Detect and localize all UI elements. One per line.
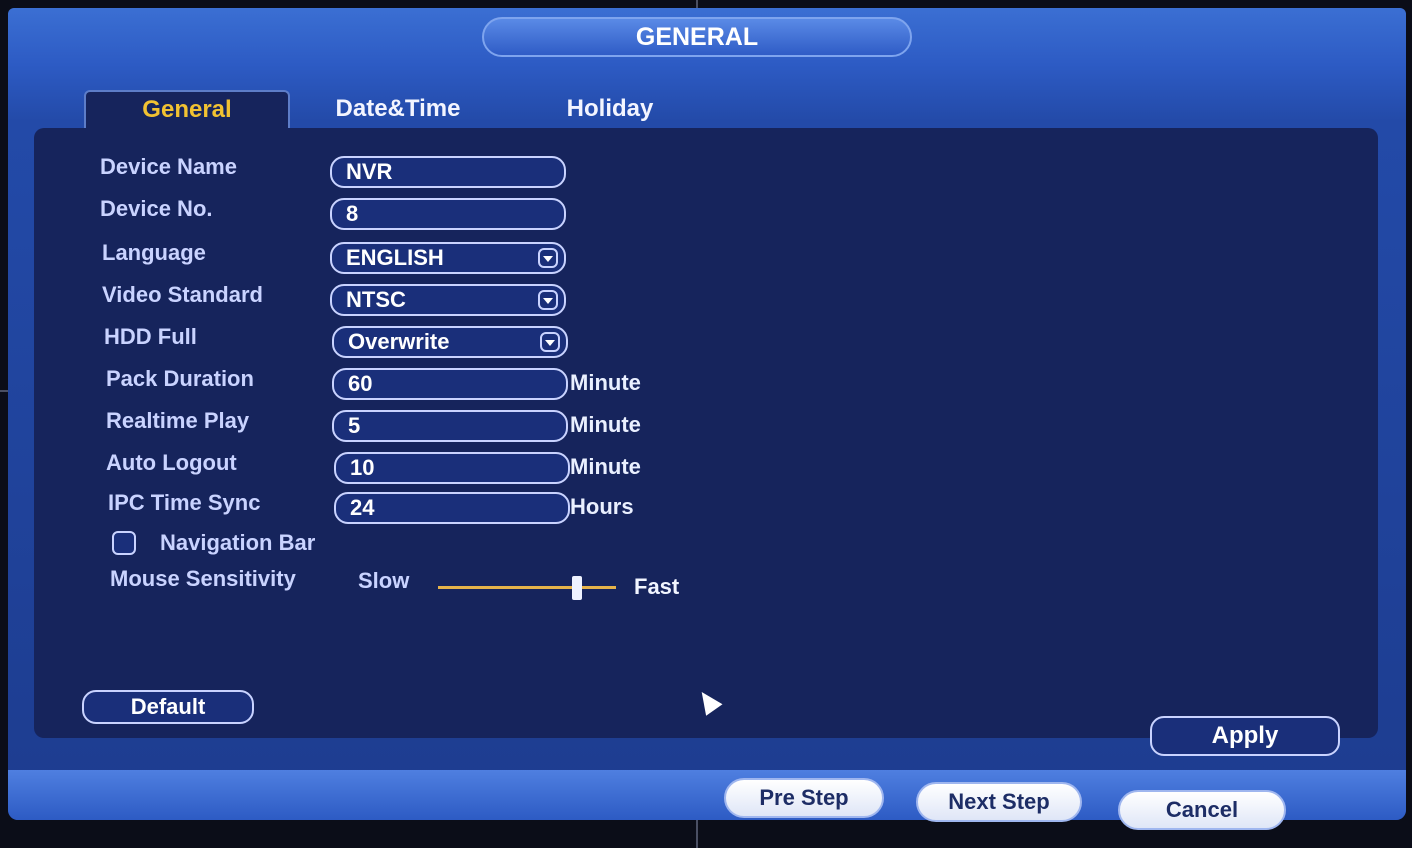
navigation-bar-label: Navigation Bar: [160, 530, 316, 555]
pack-duration-unit: Minute: [570, 370, 641, 395]
default-button[interactable]: Default: [82, 690, 254, 724]
next-step-button[interactable]: Next Step: [916, 782, 1082, 822]
background-line-left: [0, 390, 8, 392]
cancel-button[interactable]: Cancel: [1118, 790, 1286, 830]
tab-date-time[interactable]: Date&Time: [312, 90, 484, 128]
device-name-input[interactable]: NVR: [330, 156, 566, 188]
auto-logout-unit: Minute: [570, 454, 641, 479]
device-no-label: Device No.: [100, 196, 213, 221]
pre-step-button[interactable]: Pre Step: [724, 778, 884, 818]
mouse-sensitivity-slider[interactable]: [438, 586, 616, 589]
chevron-down-icon: [538, 248, 558, 268]
pack-duration-label: Pack Duration: [106, 366, 254, 391]
pack-duration-input[interactable]: 60: [332, 368, 568, 400]
mouse-sensitivity-slider-thumb[interactable]: [571, 576, 582, 600]
language-value: ENGLISH: [346, 245, 444, 270]
hdd-full-label: HDD Full: [104, 324, 197, 349]
chevron-down-icon: [538, 290, 558, 310]
dialog-title: GENERAL: [482, 17, 912, 57]
navigation-bar-checkbox[interactable]: [112, 531, 136, 555]
tab-holiday[interactable]: Holiday: [548, 90, 672, 128]
language-label: Language: [102, 240, 206, 265]
auto-logout-input[interactable]: 10: [334, 452, 570, 484]
device-name-label: Device Name: [100, 154, 237, 179]
mouse-sensitivity-fast-label: Fast: [634, 574, 680, 599]
hdd-full-value: Overwrite: [348, 329, 450, 354]
auto-logout-label: Auto Logout: [106, 450, 237, 475]
realtime-play-label: Realtime Play: [106, 408, 250, 433]
video-standard-value: NTSC: [346, 287, 406, 312]
tab-general[interactable]: General: [84, 90, 290, 128]
language-select[interactable]: ENGLISH: [330, 242, 566, 274]
ipc-time-sync-unit: Hours: [570, 494, 634, 519]
apply-button[interactable]: Apply: [1150, 716, 1340, 756]
realtime-play-input[interactable]: 5: [332, 410, 568, 442]
realtime-play-unit: Minute: [570, 412, 641, 437]
chevron-down-icon: [540, 332, 560, 352]
video-standard-label: Video Standard: [102, 282, 263, 307]
mouse-sensitivity-slow-label: Slow: [358, 568, 410, 593]
device-no-input[interactable]: 8: [330, 198, 566, 230]
ipc-time-sync-input[interactable]: 24: [334, 492, 570, 524]
video-standard-select[interactable]: NTSC: [330, 284, 566, 316]
hdd-full-select[interactable]: Overwrite: [332, 326, 568, 358]
mouse-sensitivity-label: Mouse Sensitivity: [110, 566, 296, 591]
background-line-bottom: [696, 820, 698, 848]
ipc-time-sync-label: IPC Time Sync: [108, 490, 261, 515]
